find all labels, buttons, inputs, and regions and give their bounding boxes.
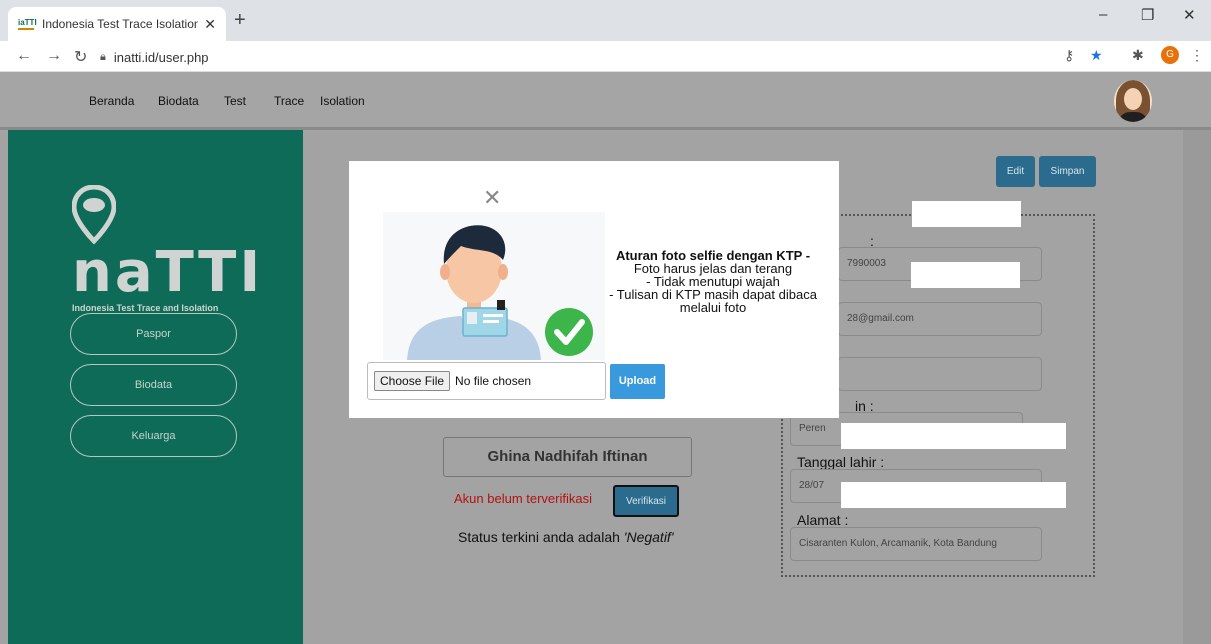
birthdate-label: Tanggal lahir :	[797, 454, 885, 470]
no-file-text: No file chosen	[455, 374, 532, 388]
profile-avatar[interactable]: G	[1161, 46, 1179, 64]
nav-biodata[interactable]: Biodata	[158, 94, 199, 108]
url-text: inatti.id/user.php	[113, 49, 209, 65]
nav-beranda[interactable]: Beranda	[89, 94, 134, 108]
sidebar-button-keluarga[interactable]: Keluarga	[70, 415, 237, 457]
redaction-box	[841, 423, 1066, 449]
unverified-text: Akun belum terverifikasi	[454, 491, 592, 506]
restore-icon[interactable]: ❐	[1141, 6, 1154, 24]
sidebar: naTTI Indonesia Test Trace and Isolation…	[8, 130, 303, 644]
selfie-rules: Aturan foto selfie dengan KTP - Foto har…	[590, 249, 836, 314]
verify-button[interactable]: Verifikasi	[613, 485, 679, 517]
tab-title: Indonesia Test Trace Isolation	[42, 17, 199, 31]
address-label: Alamat :	[797, 512, 849, 528]
redaction-box	[912, 201, 1021, 227]
redaction-box	[841, 482, 1066, 508]
address-field[interactable]: Cisaranten Kulon, Arcamanik, Kota Bandun…	[790, 527, 1042, 561]
tab-close-icon[interactable]: ✕	[204, 16, 216, 33]
nav-isolation[interactable]: Isolation	[320, 94, 365, 108]
extensions-icon[interactable]: ✱	[1132, 47, 1144, 64]
email-field[interactable]: 28@gmail.com	[838, 302, 1042, 336]
sidebar-button-biodata[interactable]: Biodata	[70, 364, 237, 406]
logo-tagline: Indonesia Test Trace and Isolation	[72, 303, 219, 313]
reload-icon[interactable]: ↻	[74, 47, 87, 67]
redaction-box	[911, 262, 1020, 288]
location-pin-icon	[71, 184, 117, 245]
nav-test[interactable]: Test	[224, 94, 246, 108]
lock-icon: 🔒︎	[100, 50, 106, 63]
edit-button[interactable]: Edit	[996, 156, 1035, 187]
phone-field[interactable]	[838, 357, 1042, 391]
browser-tab[interactable]: iaTTI Indonesia Test Trace Isolation ✕	[8, 7, 226, 41]
new-tab-icon[interactable]: +	[234, 10, 246, 30]
browser-tab-bar: iaTTI Indonesia Test Trace Isolation ✕ +…	[0, 0, 1211, 41]
save-button[interactable]: Simpan	[1039, 156, 1096, 187]
logo-word: naTTI	[71, 184, 303, 301]
bookmark-star-icon[interactable]: ★	[1090, 47, 1103, 64]
back-icon[interactable]: ←	[16, 47, 32, 65]
menu-icon[interactable]: ⋮	[1190, 47, 1204, 64]
page-scrollbar[interactable]	[1183, 130, 1211, 644]
modal-close-icon[interactable]: ✕	[483, 185, 501, 211]
sidebar-button-paspor[interactable]: Paspor	[70, 313, 237, 355]
address-bar: ← → ↻ 🔒︎ inatti.id/user.php ⚷ ★ ✱ ⋮	[0, 41, 1211, 72]
choose-file-button[interactable]: Choose File	[374, 371, 451, 391]
window-close-icon[interactable]: ✕	[1183, 6, 1196, 24]
file-input[interactable]: Choose File No file chosen	[367, 362, 606, 400]
forward-icon[interactable]: →	[46, 47, 62, 65]
selfie-ktp-illustration	[383, 212, 605, 360]
url-field[interactable]: 🔒︎ inatti.id/user.php	[100, 46, 209, 68]
inatti-logo: naTTI Indonesia Test Trace and Isolation	[71, 184, 303, 313]
user-name: Ghina Nadhifah Iftinan	[443, 437, 692, 477]
inatti-favicon-icon: iaTTI	[18, 18, 37, 30]
status-value: 'Negatif'	[623, 529, 674, 545]
user-avatar[interactable]	[1114, 80, 1152, 122]
minimize-icon[interactable]: –	[1099, 6, 1107, 23]
nav-trace[interactable]: Trace	[274, 94, 304, 108]
upload-button[interactable]: Upload	[610, 364, 665, 399]
status-text: Status terkini anda adalah 'Negatif'	[458, 529, 674, 545]
key-icon[interactable]: ⚷	[1064, 47, 1074, 64]
top-navigation: Beranda Biodata Test Trace Isolation	[0, 72, 1211, 130]
rules-line: melalui foto	[679, 300, 747, 315]
